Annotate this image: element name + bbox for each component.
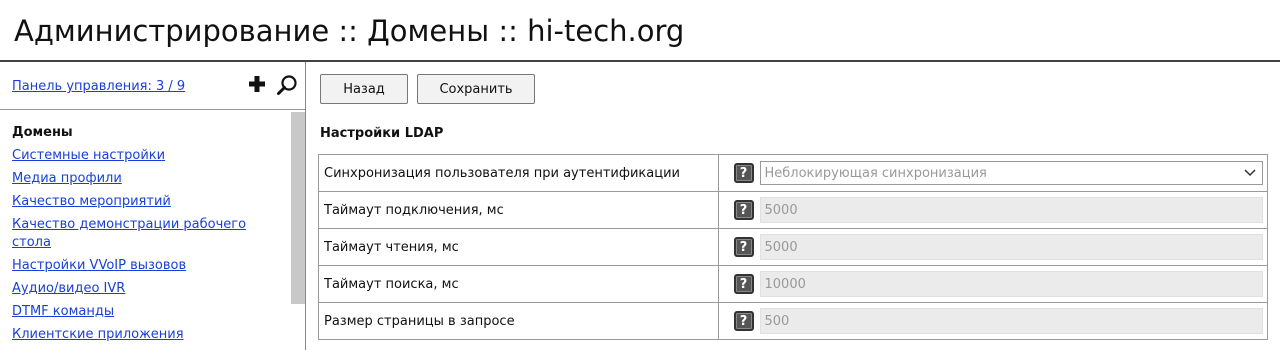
setting-row-connect-timeout: Таймаут подключения, мс ? 5000: [318, 191, 1268, 229]
setting-row-user-sync: Синхронизация пользователя при аутентифи…: [318, 154, 1268, 192]
page-title: Администрирование :: Домены :: hi-tech.o…: [14, 14, 685, 48]
sidebar-item-system-settings[interactable]: Системные настройки: [12, 147, 282, 165]
read-timeout-input[interactable]: 5000: [759, 234, 1263, 260]
sidebar-item-dtmf-commands[interactable]: DTMF команды: [12, 303, 282, 321]
back-button[interactable]: Назад: [320, 74, 408, 104]
setting-label: Таймаут поиска, мс: [318, 265, 719, 303]
save-button[interactable]: Сохранить: [417, 74, 535, 104]
setting-row-search-timeout: Таймаут поиска, мс ? 10000: [318, 265, 1268, 303]
page-size-input[interactable]: 500: [759, 308, 1263, 334]
ldap-settings-table: Синхронизация пользователя при аутентифи…: [318, 154, 1268, 340]
user-sync-selected-value: Неблокирующая синхронизация: [764, 165, 987, 181]
plus-icon[interactable]: [248, 75, 266, 93]
help-icon[interactable]: ?: [733, 274, 754, 294]
chevron-down-icon: [1244, 169, 1256, 177]
search-icon[interactable]: [276, 74, 298, 96]
sidebar: Панель управления: 3 / 9 Домены Системны…: [0, 62, 306, 350]
sidebar-nav: Домены Системные настройки Медиа профили…: [12, 124, 282, 349]
setting-row-read-timeout: Таймаут чтения, мс ? 5000: [318, 228, 1268, 266]
setting-label: Таймаут подключения, мс: [318, 191, 719, 229]
setting-row-page-size: Размер страницы в запросе ? 500: [318, 302, 1268, 340]
sidebar-scrollbar[interactable]: [291, 112, 305, 304]
sidebar-header: Панель управления: 3 / 9: [0, 62, 305, 110]
sidebar-item-client-apps[interactable]: Клиентские приложения: [12, 326, 282, 344]
help-icon[interactable]: ?: [733, 163, 754, 183]
sidebar-item-vvoip-settings[interactable]: Настройки VVoIP вызовов: [12, 257, 282, 275]
setting-label: Синхронизация пользователя при аутентифи…: [318, 154, 719, 192]
search-timeout-input[interactable]: 10000: [759, 271, 1263, 297]
setting-label: Таймаут чтения, мс: [318, 228, 719, 266]
section-title: Настройки LDAP: [320, 126, 444, 141]
help-icon[interactable]: ?: [733, 200, 754, 220]
connect-timeout-input[interactable]: 5000: [759, 197, 1263, 223]
user-sync-select[interactable]: Неблокирующая синхронизация: [759, 161, 1263, 185]
sidebar-item-conference-quality[interactable]: Качество мероприятий: [12, 193, 282, 211]
setting-label: Размер страницы в запросе: [318, 302, 719, 340]
sidebar-item-desktop-sharing-quality[interactable]: Качество демонстрации рабочего стола: [12, 216, 262, 252]
help-icon[interactable]: ?: [733, 311, 754, 331]
sidebar-item-domains: Домены: [12, 125, 73, 140]
sidebar-item-av-ivr[interactable]: Аудио/видео IVR: [12, 280, 282, 298]
sidebar-item-media-profiles[interactable]: Медиа профили: [12, 170, 282, 188]
help-icon[interactable]: ?: [733, 237, 754, 257]
control-panel-link[interactable]: Панель управления: 3 / 9: [12, 79, 185, 94]
